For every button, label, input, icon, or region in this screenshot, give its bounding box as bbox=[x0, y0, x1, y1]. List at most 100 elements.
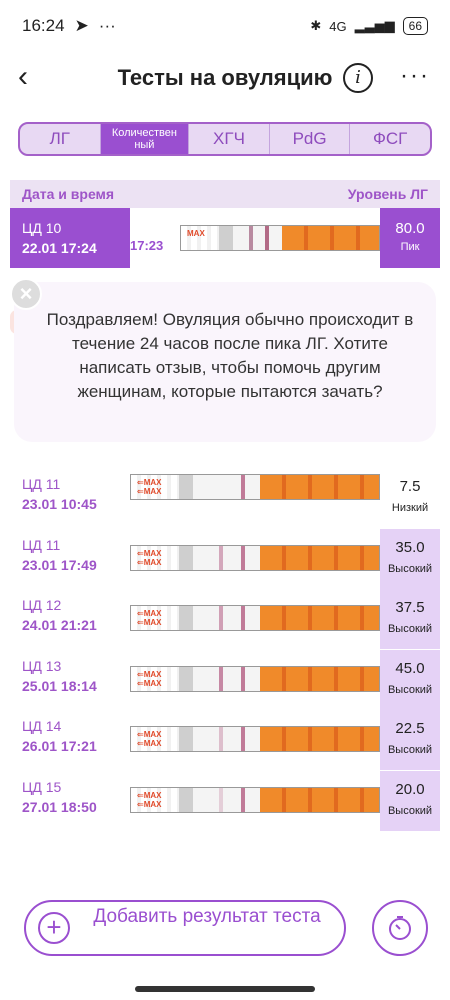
status-time: 16:24 bbox=[22, 16, 65, 35]
row-level: Высокий bbox=[387, 744, 433, 757]
row-cd: ЦД 14 bbox=[22, 718, 62, 735]
test-row[interactable]: ЦД 13 25.01 18:14 ⇐MAX ⇐MAX 45.0 Высокий bbox=[10, 649, 440, 710]
row-cd: ЦД 11 bbox=[22, 536, 61, 553]
strip-handle bbox=[259, 606, 379, 631]
battery-indicator: 66 bbox=[402, 17, 428, 35]
strip-window bbox=[178, 666, 260, 691]
row-date-cell: ЦД 15 27.01 18:50 bbox=[22, 777, 97, 817]
strip-max-label: ⇐MAX ⇐MAX bbox=[131, 788, 179, 812]
control-line bbox=[264, 226, 269, 250]
strip-max-label: ⇐MAX ⇐MAX bbox=[131, 475, 179, 499]
row-value: 45.0 bbox=[395, 659, 425, 677]
test-row[interactable]: ЦД 14 26.01 17:21 ⇐MAX ⇐MAX 22.5 Высокий bbox=[10, 710, 440, 771]
strip-window bbox=[178, 727, 260, 752]
row-cd: ЦД 15 bbox=[22, 779, 62, 795]
strip-window bbox=[178, 788, 260, 812]
row-value-cell: 37.5 Высокий bbox=[380, 589, 440, 650]
peak-row[interactable]: ЦД 10 22.01 17:24 17:23 MAX 80.0 Пик bbox=[10, 208, 440, 268]
row-datetime: 23.01 17:49 bbox=[22, 556, 97, 573]
strip-window bbox=[218, 226, 283, 250]
row-datetime: 25.01 18:14 bbox=[22, 677, 97, 694]
telegram-icon: ➤ bbox=[74, 16, 89, 35]
tab-quantitative[interactable]: Количественный bbox=[100, 124, 190, 154]
row-date-cell: ЦД 11 23.01 10:45 bbox=[22, 474, 97, 514]
row-level: Высокий bbox=[387, 623, 433, 636]
strip-handle bbox=[282, 226, 379, 250]
test-line bbox=[218, 666, 223, 691]
network-label: 4G bbox=[329, 18, 347, 34]
control-line bbox=[240, 606, 245, 631]
tab-fsh[interactable]: ФСГ bbox=[350, 124, 430, 154]
test-line bbox=[219, 475, 223, 499]
row-datetime: 27.01 18:50 bbox=[22, 799, 97, 815]
peak-datetime: 22.01 17:24 bbox=[22, 240, 97, 256]
signal-icon: ▂▃▅▆ bbox=[354, 18, 395, 33]
row-value: 20.0 bbox=[395, 781, 425, 798]
strip-window bbox=[178, 606, 260, 631]
close-icon[interactable]: × bbox=[10, 278, 42, 310]
peak-strip-time: 17:23 bbox=[130, 238, 164, 253]
row-date-cell: ЦД 13 25.01 18:14 bbox=[22, 656, 97, 696]
peak-test-strip: MAX bbox=[180, 225, 380, 251]
test-strip: ⇐MAX ⇐MAX bbox=[130, 787, 380, 813]
control-line bbox=[240, 666, 245, 691]
row-date-cell: ЦД 14 26.01 17:21 bbox=[22, 716, 97, 756]
row-level: Высокий bbox=[387, 805, 433, 817]
row-datetime: 23.01 10:45 bbox=[22, 496, 97, 512]
date-header: Дата и время bbox=[22, 186, 115, 202]
row-value: 35.0 bbox=[395, 538, 425, 556]
timer-button[interactable] bbox=[372, 900, 428, 956]
row-datetime: 24.01 21:21 bbox=[22, 617, 97, 634]
strip-max-label: ⇐MAX ⇐MAX bbox=[131, 727, 179, 752]
row-level: Высокий bbox=[387, 562, 433, 575]
row-level: Низкий bbox=[391, 502, 429, 514]
more-notifications-icon: ··· bbox=[98, 16, 116, 35]
control-line bbox=[240, 727, 245, 752]
tab-hcg[interactable]: ХГЧ bbox=[189, 124, 270, 154]
strip-handle bbox=[259, 475, 379, 499]
strip-max-label: ⇐MAX ⇐MAX bbox=[131, 545, 179, 570]
control-line bbox=[240, 475, 245, 499]
peak-level: Пик bbox=[400, 241, 420, 253]
test-line bbox=[218, 727, 223, 752]
tab-quantitative-label: Количественный bbox=[111, 127, 177, 151]
strip-handle bbox=[259, 788, 379, 812]
test-type-tabs: ЛГ Количественный ХГЧ PdG ФСГ bbox=[18, 122, 432, 156]
row-datetime: 26.01 17:21 bbox=[22, 738, 97, 755]
row-value-cell: 22.5 Высокий bbox=[380, 710, 440, 771]
info-icon[interactable]: i bbox=[343, 63, 373, 93]
test-strip: ⇐MAX ⇐MAX bbox=[130, 605, 380, 632]
row-value-cell: 45.0 Высокий bbox=[380, 649, 440, 710]
peak-date-cell: ЦД 10 22.01 17:24 bbox=[10, 208, 130, 268]
row-value-cell: 7.5 Низкий bbox=[380, 468, 440, 528]
row-level: Высокий bbox=[387, 683, 433, 696]
row-value-cell: 20.0 Высокий bbox=[380, 771, 440, 831]
test-row[interactable]: ЦД 11 23.01 10:45 ⇐MAX ⇐MAX 7.5 Низкий bbox=[10, 468, 440, 528]
tab-lh[interactable]: ЛГ bbox=[20, 124, 101, 154]
row-value: 7.5 bbox=[399, 478, 421, 495]
strip-handle bbox=[259, 666, 379, 691]
add-result-button[interactable]: + Добавить результат теста bbox=[24, 900, 346, 956]
test-row[interactable]: ЦД 15 27.01 18:50 ⇐MAX ⇐MAX 20.0 Высокий bbox=[10, 771, 440, 831]
strip-max-label: ⇐MAX ⇐MAX bbox=[131, 606, 179, 631]
more-dots-icon[interactable]: ··· bbox=[400, 62, 430, 90]
strip-handle bbox=[259, 727, 379, 752]
test-strip: ⇐MAX ⇐MAX bbox=[130, 726, 380, 753]
row-date-cell: ЦД 12 24.01 21:21 bbox=[22, 595, 97, 635]
strip-max-label: ⇐MAX ⇐MAX bbox=[131, 666, 179, 691]
test-row[interactable]: ЦД 12 24.01 21:21 ⇐MAX ⇐MAX 37.5 Высокий bbox=[10, 589, 440, 650]
review-banner[interactable]: × Поздравляем! Овуляция обычно происходи… bbox=[10, 278, 436, 442]
test-strip: ⇐MAX ⇐MAX bbox=[130, 665, 380, 692]
page-title: Тесты на овуляцию bbox=[117, 65, 333, 90]
test-line bbox=[248, 226, 253, 250]
row-cd: ЦД 11 bbox=[22, 476, 61, 492]
test-line bbox=[218, 545, 223, 570]
peak-value-cell: 80.0 Пик bbox=[380, 208, 440, 268]
test-line bbox=[218, 606, 223, 631]
strip-window bbox=[178, 545, 260, 570]
row-cd: ЦД 13 bbox=[22, 657, 62, 674]
test-row[interactable]: ЦД 11 23.01 17:49 ⇐MAX ⇐MAX 35.0 Высокий bbox=[10, 528, 440, 589]
row-cd: ЦД 12 bbox=[22, 597, 62, 614]
tab-pdg[interactable]: PdG bbox=[270, 124, 351, 154]
plus-circle-icon: + bbox=[38, 912, 70, 944]
